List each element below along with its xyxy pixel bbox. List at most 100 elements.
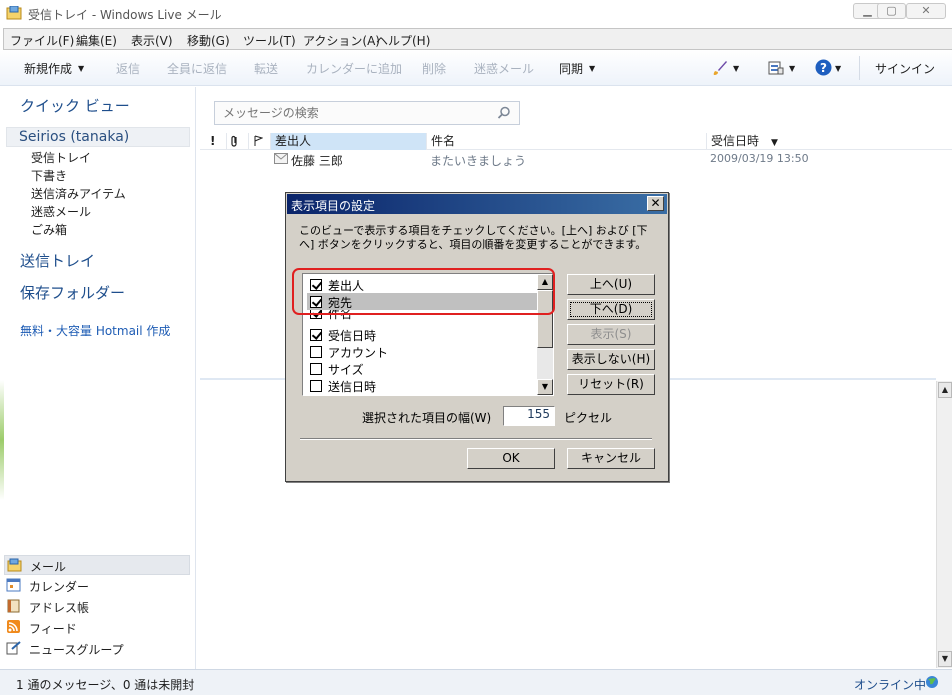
- outbox-header[interactable]: 送信トレイ: [20, 250, 95, 271]
- reply-button[interactable]: 返信: [116, 60, 140, 77]
- reset-button[interactable]: リセット(R): [567, 374, 655, 395]
- chevron-down-icon: ▼: [589, 64, 596, 73]
- pixel-unit-label: ピクセル: [564, 411, 613, 425]
- folder-pane: クイック ビュー Seirios (tanaka) 受信トレイ 下書き 送信済み…: [0, 87, 196, 669]
- folder-trash[interactable]: ごみ箱: [31, 221, 67, 238]
- new-button[interactable]: 新規作成 ▼: [24, 60, 84, 77]
- col-sender[interactable]: 差出人: [270, 133, 426, 150]
- show-button[interactable]: 表示(S): [567, 324, 655, 345]
- column-label: 送信日時: [328, 380, 377, 394]
- nav-feeds[interactable]: フィード: [4, 618, 190, 638]
- menu-view[interactable]: 表示(V): [131, 32, 173, 49]
- folder-sent[interactable]: 送信済みアイテム: [31, 185, 126, 202]
- chevron-down-icon[interactable]: ▼: [835, 64, 841, 73]
- quick-view-header[interactable]: クイック ビュー: [20, 95, 130, 116]
- nav-feeds-label: フィード: [29, 622, 77, 636]
- nav-address-book-label: アドレス帳: [29, 601, 90, 615]
- forward-button[interactable]: 転送: [254, 60, 278, 77]
- folder-inbox[interactable]: 受信トレイ: [31, 149, 91, 166]
- col-subject[interactable]: 件名: [426, 133, 706, 150]
- width-label: 選択された項目の幅(W): [362, 411, 492, 425]
- width-input[interactable]: 155: [503, 406, 555, 426]
- column-item[interactable]: アカウント: [307, 343, 537, 360]
- column-label: 受信日時: [328, 329, 377, 343]
- delete-button[interactable]: 削除: [422, 60, 446, 77]
- paintbrush-icon[interactable]: [712, 60, 728, 76]
- scroll-up-icon[interactable]: ▲: [938, 382, 952, 398]
- col-importance[interactable]: !: [206, 133, 224, 150]
- col-flag[interactable]: [248, 133, 268, 150]
- mail-icon: [7, 558, 22, 572]
- message-subject: またいきましょう: [430, 154, 527, 168]
- dialog-divider: [300, 438, 652, 440]
- folder-junk[interactable]: 迷惑メール: [31, 203, 91, 220]
- layout-icon[interactable]: [768, 60, 784, 76]
- folder-drafts[interactable]: 下書き: [31, 167, 67, 184]
- column-item[interactable]: サイズ: [307, 360, 537, 377]
- column-checkbox[interactable]: [310, 380, 322, 392]
- col-received-label: 受信日時: [711, 134, 760, 148]
- menu-tools[interactable]: ツール(T): [243, 32, 296, 49]
- col-received[interactable]: 受信日時 ▼: [706, 133, 952, 150]
- col-attachment[interactable]: [226, 133, 246, 150]
- column-item[interactable]: 送信日時: [307, 377, 537, 394]
- ok-button[interactable]: OK: [467, 448, 555, 469]
- chevron-down-icon: ▼: [78, 64, 85, 73]
- signin-button[interactable]: サインイン: [875, 60, 935, 77]
- maximize-icon: ▢: [886, 4, 897, 17]
- hotmail-signup-link[interactable]: 無料・大容量 Hotmail 作成: [20, 322, 170, 339]
- nav-mail[interactable]: メール: [4, 555, 190, 575]
- menu-go[interactable]: 移動(G): [187, 32, 230, 49]
- menu-file[interactable]: ファイル(F): [10, 32, 74, 49]
- search-input[interactable]: [221, 105, 491, 121]
- address-book-icon: [7, 599, 20, 613]
- column-checkbox[interactable]: [310, 363, 322, 375]
- search-icon[interactable]: [497, 106, 511, 120]
- message-row[interactable]: 佐藤 三郎 またいきましょう 2009/03/19 13:50: [200, 150, 936, 168]
- chevron-down-icon[interactable]: ▼: [733, 64, 739, 73]
- nav-address-book[interactable]: アドレス帳: [4, 597, 190, 617]
- nav-calendar[interactable]: カレンダー: [4, 576, 190, 596]
- column-item[interactable]: 受信日時: [307, 326, 537, 343]
- account-header[interactable]: Seirios (tanaka): [6, 127, 190, 147]
- preview-scrollbar[interactable]: ▲ ▼: [936, 381, 952, 668]
- online-status[interactable]: オンライン中: [854, 676, 926, 693]
- menu-bar: ファイル(F) 編集(E) 表示(V) 移動(G) ツール(T) アクション(A…: [3, 28, 952, 50]
- junk-button[interactable]: 迷惑メール: [474, 60, 534, 77]
- close-window-button[interactable]: ✕: [906, 3, 946, 19]
- add-calendar-button[interactable]: カレンダーに追加: [306, 60, 402, 77]
- sync-button[interactable]: 同期 ▼: [559, 60, 595, 77]
- dialog-close-button[interactable]: ✕: [647, 196, 664, 211]
- search-box[interactable]: [214, 101, 520, 125]
- close-icon: ✕: [921, 4, 931, 17]
- chevron-down-icon[interactable]: ▼: [789, 64, 795, 73]
- dialog-title-bar[interactable]: 表示項目の設定 ✕: [287, 194, 667, 214]
- nav-calendar-label: カレンダー: [29, 580, 90, 594]
- mail-app-icon: [6, 6, 22, 20]
- cancel-button[interactable]: キャンセル: [567, 448, 655, 469]
- dialog-title: 表示項目の設定: [291, 199, 376, 213]
- column-checkbox[interactable]: [310, 329, 322, 341]
- nav-newsgroups[interactable]: ニュースグループ: [4, 639, 190, 659]
- sync-label: 同期: [559, 62, 584, 76]
- scroll-down-icon[interactable]: ▼: [938, 651, 952, 667]
- move-down-button[interactable]: 下へ(D): [567, 299, 655, 320]
- menu-edit[interactable]: 編集(E): [76, 32, 117, 49]
- dialog-description: このビューで表示する項目をチェックしてください。[上へ] および [下へ] ボタ…: [299, 224, 648, 251]
- maximize-button[interactable]: ▢: [877, 3, 906, 19]
- move-up-button[interactable]: 上へ(U): [567, 274, 655, 295]
- flag-icon: [254, 135, 264, 146]
- envelope-icon: [274, 153, 288, 164]
- window-title: 受信トレイ - Windows Live メール: [28, 8, 222, 22]
- column-checkbox[interactable]: [310, 346, 322, 358]
- help-icon[interactable]: ?: [815, 59, 832, 76]
- scroll-down-icon[interactable]: ▼: [537, 379, 553, 395]
- hide-button[interactable]: 表示しない(H): [567, 349, 655, 370]
- storage-folders-header[interactable]: 保存フォルダー: [20, 282, 125, 303]
- reply-all-button[interactable]: 全員に返信: [167, 60, 227, 77]
- nav-mail-label: メール: [30, 560, 67, 574]
- menu-actions[interactable]: アクション(A): [303, 32, 380, 49]
- menu-help[interactable]: ヘルプ(H): [376, 32, 430, 49]
- title-bar: 受信トレイ - Windows Live メール ▁ ▢ ✕: [0, 0, 952, 28]
- message-count-status: 1 通のメッセージ、0 通は未開封: [16, 678, 195, 692]
